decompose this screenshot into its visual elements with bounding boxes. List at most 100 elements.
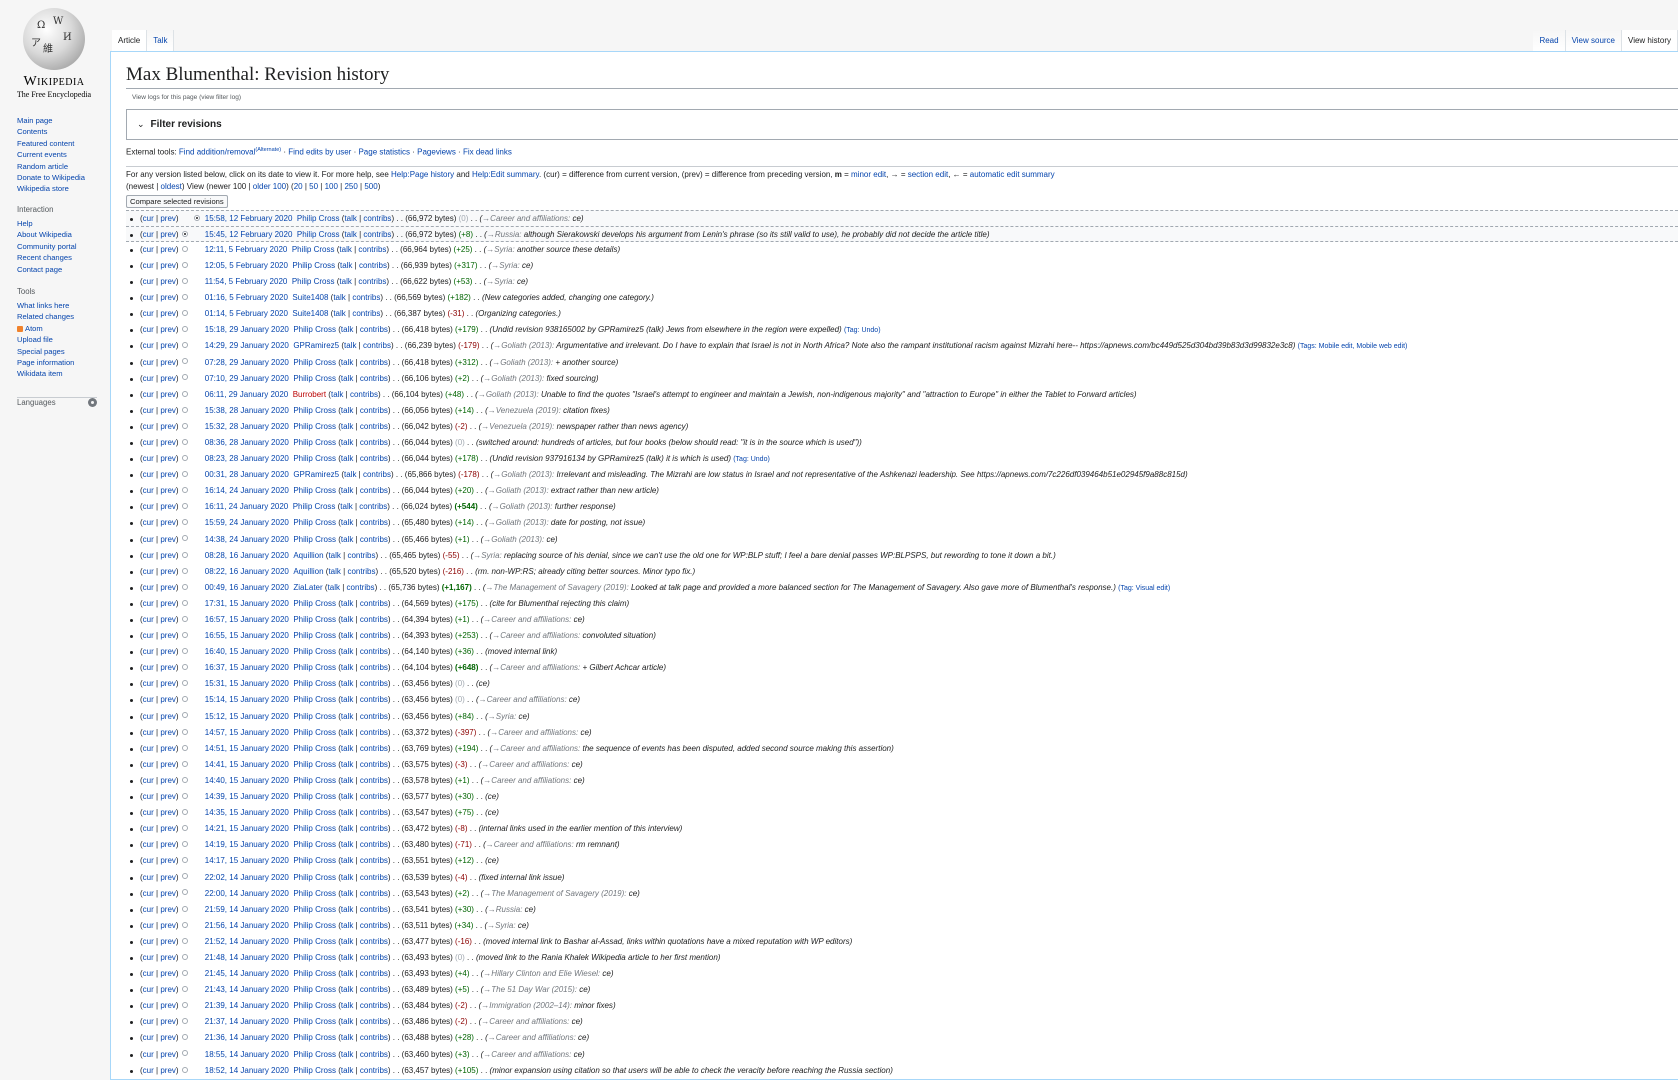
prev-link[interactable]: prev — [160, 695, 176, 704]
revision-date-link[interactable]: 21:59, 14 January 2020 — [205, 905, 289, 914]
section-link[interactable]: →Immigration (2002–14): — [481, 1001, 572, 1010]
user-link[interactable]: GPRamirez5 — [293, 470, 339, 479]
user-contribs-link[interactable]: contribs — [350, 390, 378, 399]
section-link[interactable]: →Syria: — [486, 245, 514, 254]
old-radio[interactable] — [181, 261, 188, 268]
user-talk-link[interactable]: talk — [328, 567, 340, 576]
user-talk-link[interactable]: talk — [339, 245, 351, 254]
user-talk-link[interactable]: talk — [341, 374, 353, 383]
sidebar-item-related-changes[interactable]: Related changes — [17, 311, 107, 322]
user-talk-link[interactable]: talk — [341, 1066, 353, 1075]
user-link[interactable]: Philip Cross — [293, 808, 336, 817]
revision-date-link[interactable]: 06:11, 29 January 2020 — [205, 390, 288, 399]
user-talk-link[interactable]: talk — [341, 454, 353, 463]
user-talk-link[interactable]: talk — [331, 390, 343, 399]
user-contribs-link[interactable]: contribs — [358, 277, 386, 286]
user-talk-link[interactable]: talk — [341, 889, 353, 898]
user-contribs-link[interactable]: contribs — [360, 535, 388, 544]
cur-link[interactable]: cur — [143, 808, 154, 817]
user-contribs-link[interactable]: contribs — [360, 663, 388, 672]
user-link[interactable]: Philip Cross — [293, 744, 336, 753]
user-link[interactable]: Philip Cross — [293, 422, 336, 431]
page-statistics-link[interactable]: Page statistics — [358, 148, 410, 157]
user-contribs-link[interactable]: contribs — [360, 615, 388, 624]
cur-link[interactable]: cur — [143, 535, 154, 544]
user-link[interactable]: Burrobert — [293, 390, 326, 399]
limit-500-link[interactable]: 500 — [364, 182, 377, 191]
old-radio[interactable] — [181, 776, 188, 783]
prev-link[interactable]: prev — [160, 390, 176, 399]
old-radio[interactable] — [181, 326, 188, 333]
user-talk-link[interactable]: talk — [341, 969, 353, 978]
old-radio[interactable] — [181, 615, 188, 622]
user-talk-link[interactable]: talk — [344, 214, 356, 223]
user-link[interactable]: Philip Cross — [292, 277, 335, 286]
prev-link[interactable]: prev — [160, 1017, 176, 1026]
user-talk-link[interactable]: talk — [344, 470, 356, 479]
section-link[interactable]: →Career and affiliations: — [492, 631, 580, 640]
user-talk-link[interactable]: talk — [341, 486, 353, 495]
old-radio[interactable] — [181, 406, 188, 413]
cur-link[interactable]: cur — [143, 230, 154, 239]
sidebar-item-recent-changes[interactable]: Recent changes — [17, 252, 107, 263]
revision-date-link[interactable]: 15:12, 15 January 2020 — [205, 712, 289, 721]
sidebar-item-contents[interactable]: Contents — [17, 126, 107, 137]
automatic-summary-link[interactable]: automatic edit summary — [970, 170, 1055, 179]
user-contribs-link[interactable]: contribs — [360, 712, 388, 721]
old-radio[interactable] — [181, 374, 188, 381]
revision-date-link[interactable]: 21:48, 14 January 2020 — [205, 953, 289, 962]
user-contribs-link[interactable]: contribs — [360, 438, 388, 447]
revision-date-link[interactable]: 14:21, 15 January 2020 — [205, 824, 289, 833]
user-contribs-link[interactable]: contribs — [363, 341, 391, 350]
user-contribs-link[interactable]: contribs — [360, 1050, 388, 1059]
old-radio[interactable] — [181, 438, 188, 445]
user-talk-link[interactable]: talk — [341, 905, 353, 914]
user-link[interactable]: Philip Cross — [293, 599, 336, 608]
user-talk-link[interactable]: talk — [341, 631, 353, 640]
old-radio[interactable] — [181, 969, 188, 976]
revision-date-link[interactable]: 00:31, 28 January 2020 — [205, 470, 289, 479]
revision-date-link[interactable]: 14:19, 15 January 2020 — [205, 840, 289, 849]
section-link[interactable]: →Goliath (2013): — [493, 341, 554, 350]
cur-link[interactable]: cur — [143, 1066, 154, 1075]
revision-date-link[interactable]: 14:29, 29 January 2020 — [205, 341, 289, 350]
prev-link[interactable]: prev — [160, 454, 176, 463]
revision-date-link[interactable]: 14:51, 15 January 2020 — [205, 744, 289, 753]
user-link[interactable]: Philip Cross — [293, 1001, 336, 1010]
section-link[interactable]: →Career and affiliations: — [481, 760, 569, 769]
prev-link[interactable]: prev — [160, 230, 176, 239]
prev-link[interactable]: prev — [160, 840, 176, 849]
user-talk-link[interactable]: talk — [341, 599, 353, 608]
tab-view-history[interactable]: View history — [1622, 30, 1678, 51]
section-link[interactable]: →Goliath (2013): — [488, 518, 549, 527]
cur-link[interactable]: cur — [143, 486, 154, 495]
user-talk-link[interactable]: talk — [341, 615, 353, 624]
user-talk-link[interactable]: talk — [341, 518, 353, 527]
old-radio[interactable] — [181, 664, 188, 671]
section-link[interactable]: →The Management of Savagery (2019): — [483, 889, 626, 898]
prev-link[interactable]: prev — [160, 808, 176, 817]
prev-link[interactable]: prev — [160, 663, 176, 672]
user-link[interactable]: Philip Cross — [293, 679, 336, 688]
revision-date-link[interactable]: 01:16, 5 February 2020 — [205, 293, 288, 302]
user-link[interactable]: Philip Cross — [293, 937, 336, 946]
section-link[interactable]: →Venezuela (2019): — [488, 406, 561, 415]
user-link[interactable]: Suite1408 — [292, 309, 328, 318]
user-link[interactable]: Philip Cross — [293, 969, 336, 978]
user-contribs-link[interactable]: contribs — [360, 905, 388, 914]
user-contribs-link[interactable]: contribs — [360, 1033, 388, 1042]
user-contribs-link[interactable]: contribs — [359, 502, 387, 511]
cur-link[interactable]: cur — [143, 889, 154, 898]
revision-date-link[interactable]: 00:49, 16 January 2020 — [205, 583, 289, 592]
user-link[interactable]: Philip Cross — [293, 953, 336, 962]
cur-link[interactable]: cur — [143, 325, 154, 334]
user-contribs-link[interactable]: contribs — [347, 551, 375, 560]
user-link[interactable]: Philip Cross — [293, 1017, 336, 1026]
old-radio[interactable] — [181, 760, 188, 767]
limit-250-link[interactable]: 250 — [344, 182, 357, 191]
user-link[interactable]: Philip Cross — [293, 728, 336, 737]
tab-read[interactable]: Read — [1533, 30, 1566, 51]
user-contribs-link[interactable]: contribs — [360, 695, 388, 704]
revision-tags[interactable]: (Tag: Undo) — [733, 456, 770, 463]
user-talk-link[interactable]: talk — [341, 873, 353, 882]
